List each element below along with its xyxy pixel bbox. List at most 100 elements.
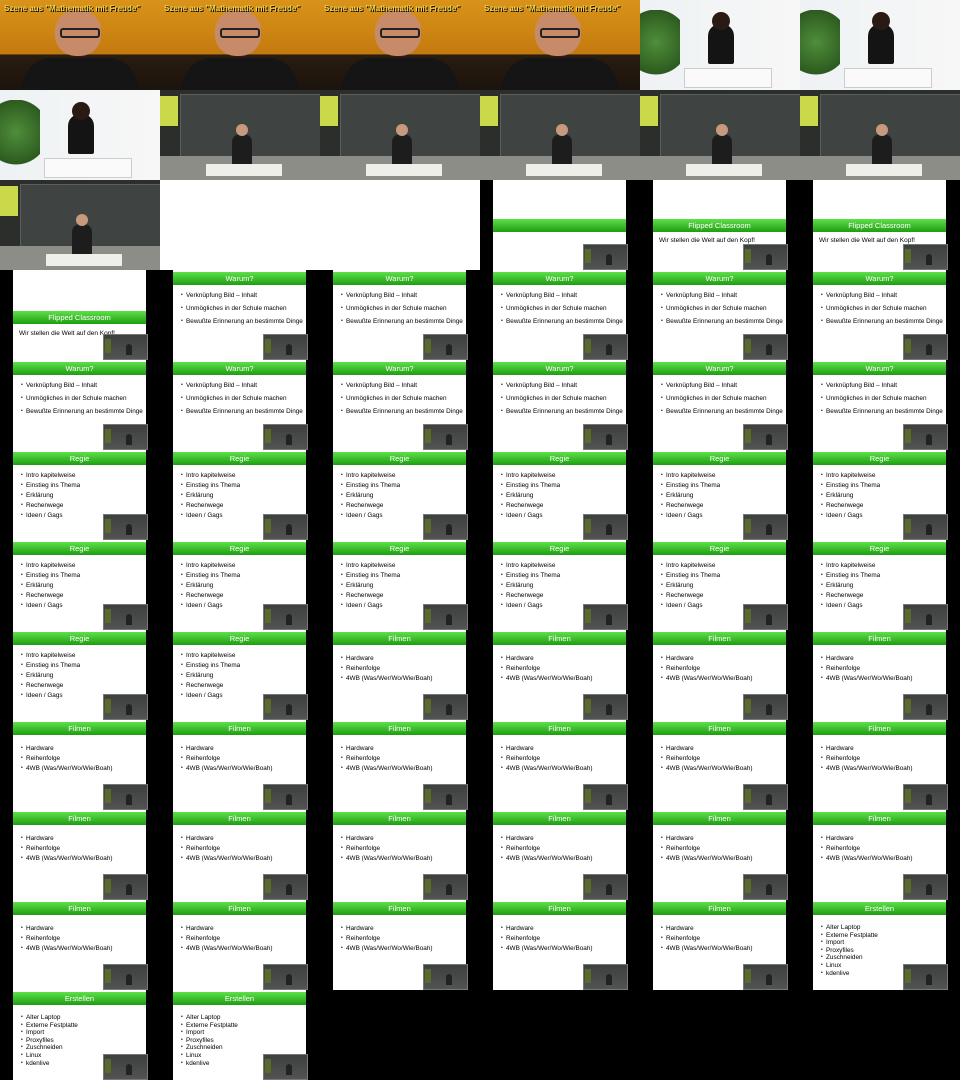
slide-title-bar: Filmen (493, 812, 626, 825)
slide-bullet-list: Hardware Reihenfolge 4WB (Was/Wer/Wo/Wie/B… (501, 925, 593, 955)
video-frame-thumbnail[interactable] (480, 180, 640, 270)
video-frame-thumbnail[interactable]: Warum? Verknüpfung Bild – Inhalt Unmöglich… (480, 270, 640, 360)
video-frame-thumbnail[interactable]: Regie Intro kapitelweise Einstieg ins Them… (640, 450, 800, 540)
slide-title-bar: Regie (653, 542, 786, 555)
video-frame-thumbnail[interactable]: Warum? Verknüpfung Bild – Inhalt Unmöglich… (640, 360, 800, 450)
video-frame-thumbnail[interactable]: Filmen Hardware Reihenfolge 4WB (Was/Wer/Wo… (480, 630, 640, 720)
video-frame-thumbnail[interactable]: Filmen Hardware Reihenfolge 4WB (Was/Wer/Wo… (800, 810, 960, 900)
video-frame-thumbnail[interactable]: Filmen Hardware Reihenfolge 4WB (Was/Wer/Wo… (640, 900, 800, 990)
video-frame-thumbnail[interactable] (800, 90, 960, 180)
video-frame-thumbnail[interactable]: Flipped Classroom Wir stellen die Welt au… (640, 180, 800, 270)
video-frame-thumbnail[interactable]: Filmen Hardware Reihenfolge 4WB (Was/Wer/Wo… (0, 720, 160, 810)
bullet-item: 4WB (Was/Wer/Wo/Wie/Boah) (21, 765, 113, 772)
video-frame-thumbnail[interactable]: Filmen Hardware Reihenfolge 4WB (Was/Wer/Wo… (320, 810, 480, 900)
bullet-item: 4WB (Was/Wer/Wo/Wie/Boah) (821, 765, 913, 772)
video-frame-thumbnail[interactable]: Filmen Hardware Reihenfolge 4WB (Was/Wer/Wo… (0, 900, 160, 990)
video-frame-thumbnail[interactable] (320, 90, 480, 180)
slide-title-bar: Filmen (493, 902, 626, 915)
video-frame-thumbnail[interactable]: Regie Intro kapitelweise Einstieg ins Them… (800, 450, 960, 540)
video-frame-thumbnail[interactable]: Warum? Verknüpfung Bild – Inhalt Unmöglich… (480, 360, 640, 450)
bullet-item: Proxyfiles (21, 1037, 78, 1045)
bullet-item: Alter Laptop (821, 924, 878, 932)
speaker-glasses (60, 28, 100, 38)
video-frame-thumbnail[interactable]: Warum? Verknüpfung Bild – Inhalt Unmöglich… (160, 270, 320, 360)
video-frame-thumbnail[interactable]: Filmen Hardware Reihenfolge 4WB (Was/Wer/Wo… (320, 900, 480, 990)
video-frame-thumbnail[interactable]: Erstellen Alter LaptopExterne FestplatteI… (0, 990, 160, 1080)
slide-bullet-list: Verknüpfung Bild – Inhalt Unmögliches in … (821, 382, 943, 421)
video-frame-thumbnail[interactable]: Regie Intro kapitelweise Einstieg ins Them… (320, 540, 480, 630)
video-frame-thumbnail[interactable]: Regie Intro kapitelweise Einstieg ins Them… (0, 630, 160, 720)
video-frame-thumbnail[interactable]: Filmen Hardware Reihenfolge 4WB (Was/Wer/Wo… (480, 810, 640, 900)
video-frame-thumbnail[interactable]: Filmen Hardware Reihenfolge 4WB (Was/Wer/Wo… (480, 720, 640, 810)
video-frame-thumbnail[interactable]: Filmen Hardware Reihenfolge 4WB (Was/Wer/Wo… (640, 720, 800, 810)
video-frame-thumbnail[interactable]: Warum? Verknüpfung Bild – Inhalt Unmöglich… (800, 360, 960, 450)
slide-title-bar: Regie (173, 542, 306, 555)
video-frame-thumbnail[interactable]: Warum? Verknüpfung Bild – Inhalt Unmöglich… (160, 360, 320, 450)
video-frame-thumbnail[interactable]: Regie Intro kapitelweise Einstieg ins Them… (0, 540, 160, 630)
bullet-item: Hardware (661, 925, 753, 932)
video-frame-thumbnail[interactable]: Szene aus "Mathematik mit Freude" (480, 0, 640, 90)
slide-title-bar: Warum? (813, 272, 946, 285)
bullet-item: Ideen / Gags (501, 602, 560, 609)
video-frame-thumbnail[interactable]: Filmen Hardware Reihenfolge 4WB (Was/Wer/Wo… (160, 900, 320, 990)
video-frame-thumbnail[interactable]: Szene aus "Mathematik mit Freude" (320, 0, 480, 90)
video-frame-thumbnail[interactable]: Regie Intro kapitelweise Einstieg ins Them… (160, 450, 320, 540)
video-frame-thumbnail[interactable]: Filmen Hardware Reihenfolge 4WB (Was/Wer/Wo… (320, 630, 480, 720)
video-frame-thumbnail[interactable]: Filmen Hardware Reihenfolge 4WB (Was/Wer/Wo… (640, 630, 800, 720)
bullet-item: Zuschneiden (821, 954, 878, 962)
video-frame-thumbnail[interactable] (480, 90, 640, 180)
video-frame-thumbnail[interactable] (160, 180, 320, 270)
video-frame-thumbnail[interactable]: Filmen Hardware Reihenfolge 4WB (Was/Wer/Wo… (160, 810, 320, 900)
video-frame-thumbnail[interactable]: Warum? Verknüpfung Bild – Inhalt Unmöglich… (320, 360, 480, 450)
video-frame-thumbnail[interactable] (640, 90, 800, 180)
slide-title-bar: Filmen (173, 812, 306, 825)
video-frame-thumbnail[interactable]: Regie Intro kapitelweise Einstieg ins Them… (480, 450, 640, 540)
bullet-item: Erklärung (501, 582, 560, 589)
bullet-item: Einstieg ins Thema (21, 572, 80, 579)
video-frame-thumbnail[interactable]: Flipped Classroom Wir stellen die Welt au… (0, 270, 160, 360)
lectern (46, 254, 122, 266)
video-frame-thumbnail[interactable]: Erstellen Alter LaptopExterne FestplatteI… (800, 900, 960, 990)
video-frame-thumbnail[interactable] (160, 90, 320, 180)
video-frame-thumbnail[interactable]: Warum? Verknüpfung Bild – Inhalt Unmöglich… (0, 360, 160, 450)
bullet-item: 4WB (Was/Wer/Wo/Wie/Boah) (501, 855, 593, 862)
video-frame-thumbnail[interactable] (320, 180, 480, 270)
video-frame-thumbnail[interactable]: Warum? Verknüpfung Bild – Inhalt Unmöglich… (800, 270, 960, 360)
video-frame-thumbnail[interactable] (800, 0, 960, 90)
video-frame-thumbnail[interactable]: Regie Intro kapitelweise Einstieg ins Them… (640, 540, 800, 630)
video-frame-thumbnail[interactable]: Erstellen Alter LaptopExterne FestplatteI… (160, 990, 320, 1080)
bullet-item: Einstieg ins Thema (661, 572, 720, 579)
bullet-item: Rechenwege (181, 592, 240, 599)
bullet-item: Ideen / Gags (21, 602, 80, 609)
speaker-camera-inset (103, 514, 148, 540)
video-frame-thumbnail[interactable]: Warum? Verknüpfung Bild – Inhalt Unmöglich… (640, 270, 800, 360)
bullet-item: Reihenfolge (21, 845, 113, 852)
slide-title-bar: Filmen (333, 632, 466, 645)
video-frame-thumbnail[interactable]: Filmen Hardware Reihenfolge 4WB (Was/Wer/Wo… (160, 720, 320, 810)
video-frame-thumbnail[interactable]: Regie Intro kapitelweise Einstieg ins Them… (160, 540, 320, 630)
bullet-item: 4WB (Was/Wer/Wo/Wie/Boah) (501, 765, 593, 772)
video-frame-thumbnail[interactable]: Szene aus "Mathematik mit Freude" (160, 0, 320, 90)
video-frame-thumbnail[interactable]: Filmen Hardware Reihenfolge 4WB (Was/Wer/Wo… (480, 900, 640, 990)
video-frame-thumbnail[interactable]: Regie Intro kapitelweise Einstieg ins Them… (800, 540, 960, 630)
video-frame-thumbnail[interactable] (0, 90, 160, 180)
slide-bullet-list: Verknüpfung Bild – Inhalt Unmögliches in … (821, 292, 943, 331)
video-frame-thumbnail[interactable]: Szene aus "Mathematik mit Freude" (0, 0, 160, 90)
bullet-item: 4WB (Was/Wer/Wo/Wie/Boah) (501, 675, 593, 682)
bullet-item: Hardware (21, 835, 113, 842)
video-frame-thumbnail[interactable]: Regie Intro kapitelweise Einstieg ins Them… (160, 630, 320, 720)
video-frame-thumbnail[interactable]: Filmen Hardware Reihenfolge 4WB (Was/Wer/Wo… (800, 720, 960, 810)
video-frame-thumbnail[interactable]: Flipped Classroom Wir stellen die Welt au… (800, 180, 960, 270)
video-frame-thumbnail[interactable]: Filmen Hardware Reihenfolge 4WB (Was/Wer/Wo… (640, 810, 800, 900)
video-frame-thumbnail[interactable]: Filmen Hardware Reihenfolge 4WB (Was/Wer/Wo… (800, 630, 960, 720)
video-frame-thumbnail[interactable]: Filmen Hardware Reihenfolge 4WB (Was/Wer/Wo… (0, 810, 160, 900)
video-frame-thumbnail[interactable]: Warum? Verknüpfung Bild – Inhalt Unmöglich… (320, 270, 480, 360)
video-frame-thumbnail[interactable] (0, 180, 160, 270)
video-frame-thumbnail[interactable]: Regie Intro kapitelweise Einstieg ins Them… (0, 450, 160, 540)
bullet-item: Ideen / Gags (501, 512, 560, 519)
video-frame-thumbnail[interactable]: Filmen Hardware Reihenfolge 4WB (Was/Wer/Wo… (320, 720, 480, 810)
video-frame-thumbnail[interactable]: Regie Intro kapitelweise Einstieg ins Them… (320, 450, 480, 540)
bullet-item: Erklärung (341, 492, 400, 499)
video-frame-thumbnail[interactable] (640, 0, 800, 90)
video-frame-thumbnail[interactable]: Regie Intro kapitelweise Einstieg ins Them… (480, 540, 640, 630)
